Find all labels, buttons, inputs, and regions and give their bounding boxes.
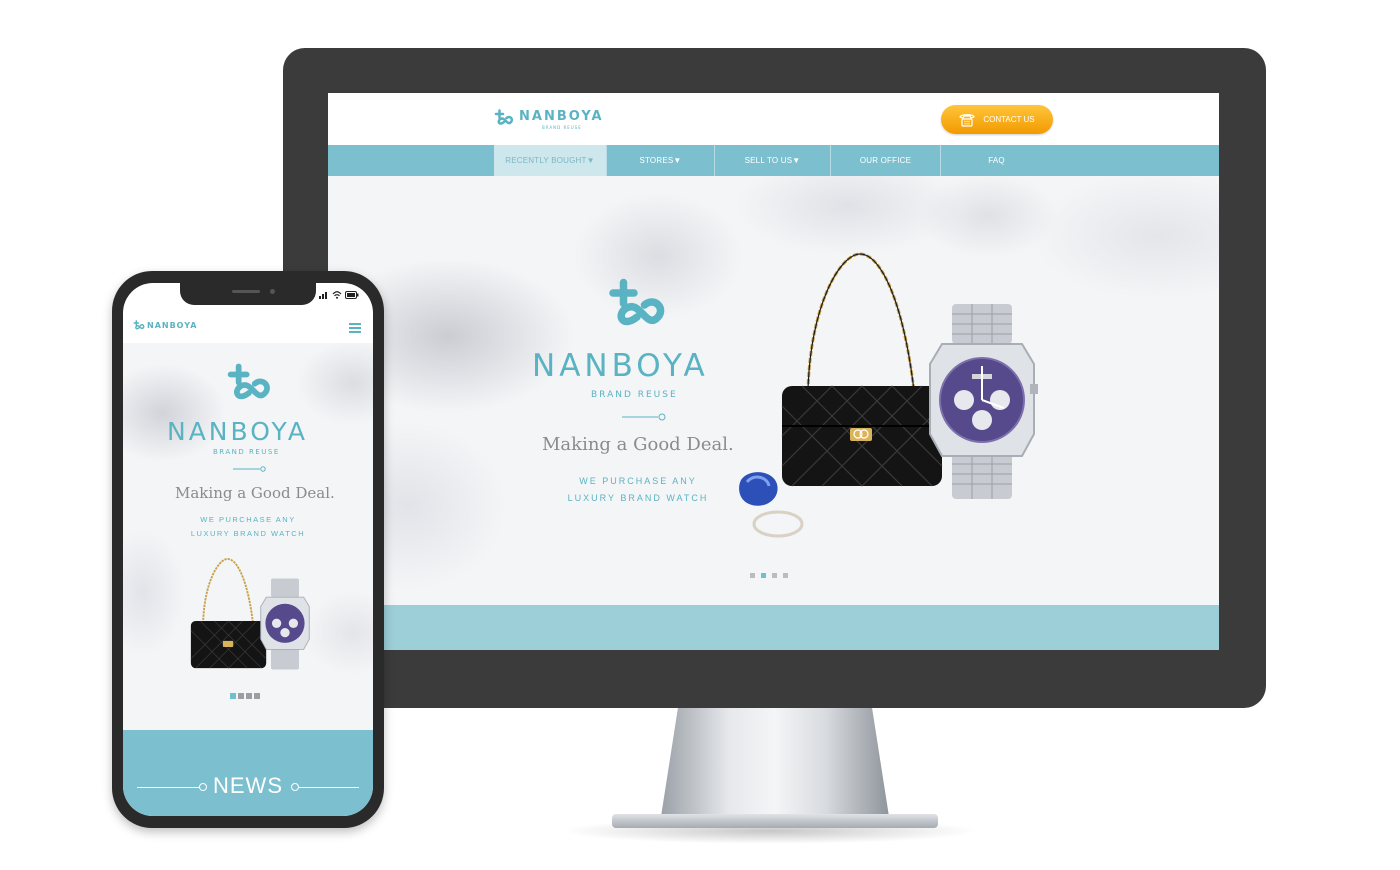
mobile-website: NANBOYA NANBOYA BRAND REUSE Making a Goo… [123, 283, 373, 816]
hero-purchase-line2: LUXURY BRAND WATCH [567, 493, 709, 503]
nanboya-logo-icon [133, 320, 145, 330]
contact-us-label: CONTACT US [983, 115, 1035, 124]
news-title: NEWS [213, 773, 283, 798]
slider-dot[interactable] [783, 573, 788, 578]
logo-wordmark: NANBOYA [519, 109, 604, 124]
mobile-header: NANBOYA [123, 313, 373, 344]
logo-subtitle: BRAND REUSE [542, 125, 582, 130]
wifi-icon [332, 291, 342, 299]
hero-slider-dots [750, 573, 788, 578]
header-logo[interactable]: NANBOYA BRAND REUSE [494, 107, 609, 133]
mobile-purchase-line1: WE PURCHASE ANY [200, 515, 296, 524]
main-nav: RECENTLY BOUGHT▼ STORES▼ SELL TO US▼ OUR… [328, 145, 1219, 176]
luxury-watch-image [260, 578, 310, 670]
signal-icon [319, 292, 327, 299]
mobile-header-logo[interactable]: NANBOYA [133, 320, 213, 336]
mobile-hero-slider[interactable]: NANBOYA BRAND REUSE Making a Good Deal. … [123, 343, 373, 730]
mobile-purchase-line2: LUXURY BRAND WATCH [190, 529, 306, 538]
contact-us-button[interactable]: CONTACT US [941, 105, 1053, 134]
nav-label: FAQ [988, 156, 1005, 165]
hero-slider[interactable]: NANBOYA BRAND REUSE Making a Good Deal. … [328, 176, 1219, 605]
nanboya-hero-logo-icon [227, 363, 270, 400]
mobile-logo-wordmark: NANBOYA [147, 321, 198, 330]
mobile-hero-tagline: Making a Good Deal. [175, 484, 335, 502]
battery-icon [345, 291, 359, 299]
news-line-right [299, 787, 359, 788]
nav-label: OUR OFFICE [859, 156, 912, 165]
nav-label: RECENTLY BOUGHT▼ [505, 156, 595, 165]
mobile-hero-brand-name: NANBOYA [167, 417, 308, 446]
nav-our-office[interactable]: OUR OFFICE [831, 145, 940, 176]
nav-recently-bought[interactable]: RECENTLY BOUGHT▼ [494, 145, 606, 176]
nav-label: SELL TO US▼ [744, 156, 801, 165]
mobile-slider-dots [230, 693, 260, 699]
divider-ornament [622, 413, 666, 421]
nav-stores[interactable]: STORES▼ [607, 145, 714, 176]
news-ornament-right [291, 783, 299, 791]
hero-tagline: Making a Good Deal. [542, 434, 734, 455]
sapphire-ring-image [739, 472, 804, 538]
nanboya-logo-icon [494, 109, 514, 125]
nav-label: STORES▼ [639, 156, 682, 165]
hero-bottom-band [328, 605, 1219, 650]
monitor-stand-base [612, 814, 938, 828]
luxury-watch-image [929, 304, 1038, 499]
phone-notch [180, 283, 316, 305]
hero-brand-sub: BRAND REUSE [591, 390, 678, 400]
nav-sell-to-us[interactable]: SELL TO US▼ [715, 145, 830, 176]
news-section: NEWS [123, 730, 373, 816]
site-header: NANBOYA BRAND REUSE CONTACT US [328, 93, 1219, 145]
hero-purchase-line1: WE PURCHASE ANY [579, 476, 697, 486]
hamburger-menu-icon[interactable] [349, 323, 361, 333]
slider-dot[interactable] [750, 573, 755, 578]
desktop-website: NANBOYA BRAND REUSE CONTACT US RECENTLY … [328, 93, 1219, 650]
slider-dot[interactable] [246, 693, 252, 699]
nav-faq[interactable]: FAQ [941, 145, 1052, 176]
slider-dot-active[interactable] [230, 693, 236, 699]
telephone-icon [959, 113, 975, 127]
slider-dot-active[interactable] [761, 573, 766, 578]
slider-dot[interactable] [772, 573, 777, 578]
status-bar-icons [319, 291, 359, 299]
slider-dot[interactable] [238, 693, 244, 699]
slider-dot[interactable] [254, 693, 260, 699]
hero-brand-name: NANBOYA [532, 348, 709, 384]
nanboya-hero-logo-icon [609, 278, 665, 326]
monitor-stand [660, 705, 890, 823]
divider-ornament [233, 466, 266, 472]
mobile-hero-brand-sub: BRAND REUSE [213, 448, 280, 456]
